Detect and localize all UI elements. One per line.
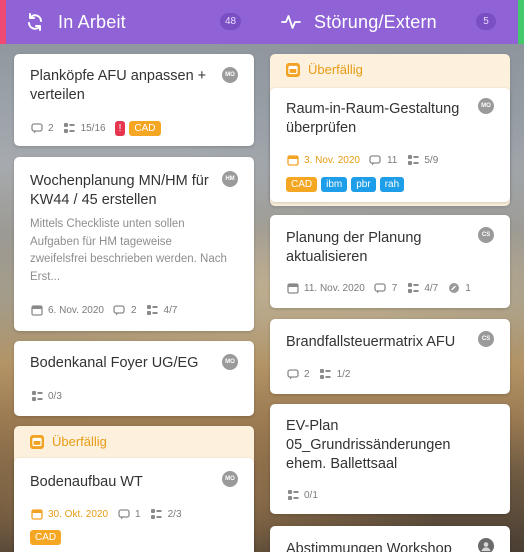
- card-meta: 3. Nov. 2020 11 5/9: [286, 152, 447, 168]
- checklist-icon: [30, 390, 43, 403]
- comment-icon: [113, 304, 126, 317]
- card-meta: 11. Nov. 2020 7 4/7 1: [286, 280, 480, 296]
- avatar[interactable]: MO: [222, 67, 238, 83]
- comment-icon: [117, 508, 130, 521]
- card-meta: 6. Nov. 2020 2 4/7: [30, 302, 186, 318]
- checklist-icon: [150, 508, 163, 521]
- card-title: Bodenaufbau WT: [30, 474, 143, 490]
- avatar-photo[interactable]: [478, 538, 494, 552]
- column-title: In Arbeit: [58, 11, 126, 32]
- card-title: Brandfallsteuermatrix AFU: [286, 334, 456, 350]
- priority-badge: !: [114, 120, 126, 136]
- tag-cad[interactable]: CAD: [286, 177, 318, 192]
- calendar-icon: [286, 62, 300, 77]
- checklist-icon: [406, 154, 419, 167]
- checklist-icon: [319, 368, 332, 381]
- calendar-icon: [30, 434, 44, 449]
- card-bodenkanal[interactable]: Bodenkanal Foyer UG/EG MO 0/3: [14, 341, 254, 416]
- calendar-icon: [30, 304, 43, 317]
- card-wochenplanung[interactable]: Wochenplanung MN/HM für KW44 / 45 erstell…: [14, 157, 254, 331]
- avatar[interactable]: MO: [222, 471, 238, 487]
- tag-ibm[interactable]: ibm: [321, 177, 348, 192]
- card-title: Planköpfe AFU anpassen + verteilen: [30, 68, 207, 103]
- calendar-icon: [286, 282, 299, 295]
- checklist-icon: [63, 122, 76, 135]
- tag-rah[interactable]: rah: [379, 177, 405, 192]
- pulse-icon: [280, 11, 302, 33]
- tag-cad[interactable]: CAD: [30, 530, 62, 545]
- overdue-header[interactable]: Überfällig: [286, 62, 363, 77]
- card-tags: CAD: [30, 530, 65, 545]
- card-title: Bodenkanal Foyer UG/EG: [30, 355, 199, 371]
- column-header-in-arbeit[interactable]: In Arbeit 48: [24, 0, 254, 44]
- comment-icon: [369, 154, 382, 167]
- card-ev-plan[interactable]: EV-Plan 05_Grundrissänderungen ehem. Balle…: [270, 404, 510, 514]
- comment-icon: [286, 368, 299, 381]
- card-brandfallsteuermatrix[interactable]: Brandfallsteuermatrix AFU CS 2 1/2: [270, 319, 510, 394]
- card-meta: 2 1/2: [286, 366, 359, 382]
- overdue-title: Überfällig: [308, 62, 363, 77]
- board-header: In Arbeit 48 Störung/Extern 5: [6, 0, 518, 44]
- calendar-icon: [286, 154, 299, 167]
- column-count-badge: 5: [476, 13, 496, 30]
- card-abstimmungen[interactable]: Abstimmungen Workshop: [270, 526, 510, 552]
- checklist-icon: [286, 489, 299, 502]
- overdue-title: Überfällig: [52, 434, 107, 449]
- checklist-icon: [406, 282, 419, 295]
- tag-cad[interactable]: CAD: [129, 120, 161, 136]
- checklist-icon: [146, 304, 159, 317]
- avatar[interactable]: HM: [222, 171, 238, 187]
- tag-pbr[interactable]: pbr: [351, 177, 376, 192]
- column-count-badge: 48: [220, 13, 242, 30]
- refresh-icon: [24, 11, 46, 33]
- card-meta: 0/3: [30, 388, 71, 404]
- card-title: EV-Plan 05_Grundrissänderungen ehem. Balle…: [286, 418, 451, 472]
- card-plankoepfe[interactable]: Planköpfe AFU anpassen + verteilen MO 2 1…: [14, 54, 254, 146]
- card-meta: 2 15/16 ! CAD: [30, 120, 165, 136]
- avatar[interactable]: MO: [222, 354, 238, 370]
- card-title: Abstimmungen Workshop: [286, 541, 452, 552]
- card-title: Wochenplanung MN/HM für KW44 / 45 erstell…: [30, 173, 209, 208]
- column-header-stoerung[interactable]: Störung/Extern 5: [280, 0, 510, 44]
- column-title: Störung/Extern: [314, 11, 437, 32]
- paperclip-icon: [447, 282, 460, 295]
- overdue-header[interactable]: Überfällig: [30, 434, 107, 449]
- avatar[interactable]: CS: [478, 331, 494, 347]
- comment-icon: [30, 122, 43, 135]
- avatar[interactable]: MO: [478, 98, 494, 114]
- card-meta: 0/1: [286, 487, 327, 503]
- avatar[interactable]: CS: [478, 227, 494, 243]
- card-bodenaufbau[interactable]: Bodenaufbau WT MO 30. Okt. 2020 1 2/3 CA…: [14, 458, 254, 552]
- card-title: Raum-in-Raum-Gestaltung überprüfen: [286, 101, 460, 136]
- comment-icon: [374, 282, 387, 295]
- calendar-icon: [30, 508, 43, 521]
- card-tags: CAD ibm pbr rah: [286, 177, 408, 192]
- card-title: Planung der Planung aktualisieren: [286, 230, 422, 265]
- card-planung-der-planung[interactable]: Planung der Planung aktualisieren CS 11. …: [270, 215, 510, 308]
- card-meta: 30. Okt. 2020 1 2/3: [30, 506, 191, 522]
- card-raum-in-raum[interactable]: Raum-in-Raum-Gestaltung überprüfen MO 3. …: [270, 88, 510, 202]
- right-accent-bar: [518, 0, 524, 44]
- card-description: Mittels Checkliste unten sollen Aufgaben …: [30, 218, 227, 283]
